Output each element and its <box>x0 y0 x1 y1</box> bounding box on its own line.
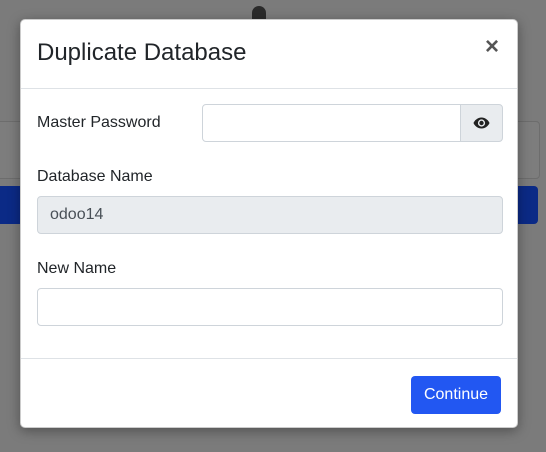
background-button-left <box>0 186 22 224</box>
modal-header: Duplicate Database × <box>21 20 517 89</box>
continue-button[interactable]: Continue <box>411 376 501 414</box>
modal-title: Duplicate Database <box>37 39 247 66</box>
modal-footer: Continue <box>21 358 517 428</box>
eye-icon <box>473 117 490 129</box>
new-name-input[interactable] <box>37 288 503 326</box>
close-button[interactable]: × <box>482 35 502 59</box>
database-name-label: Database Name <box>37 168 153 185</box>
new-name-label: New Name <box>37 260 117 277</box>
background-button-right <box>516 186 538 224</box>
master-password-input[interactable] <box>202 104 461 142</box>
show-password-button[interactable] <box>460 104 503 142</box>
database-name-field <box>37 196 503 234</box>
background-panel-right <box>516 121 540 179</box>
duplicate-database-modal: Duplicate Database × Master Password Dat… <box>20 19 518 428</box>
master-password-label: Master Password <box>37 114 161 131</box>
